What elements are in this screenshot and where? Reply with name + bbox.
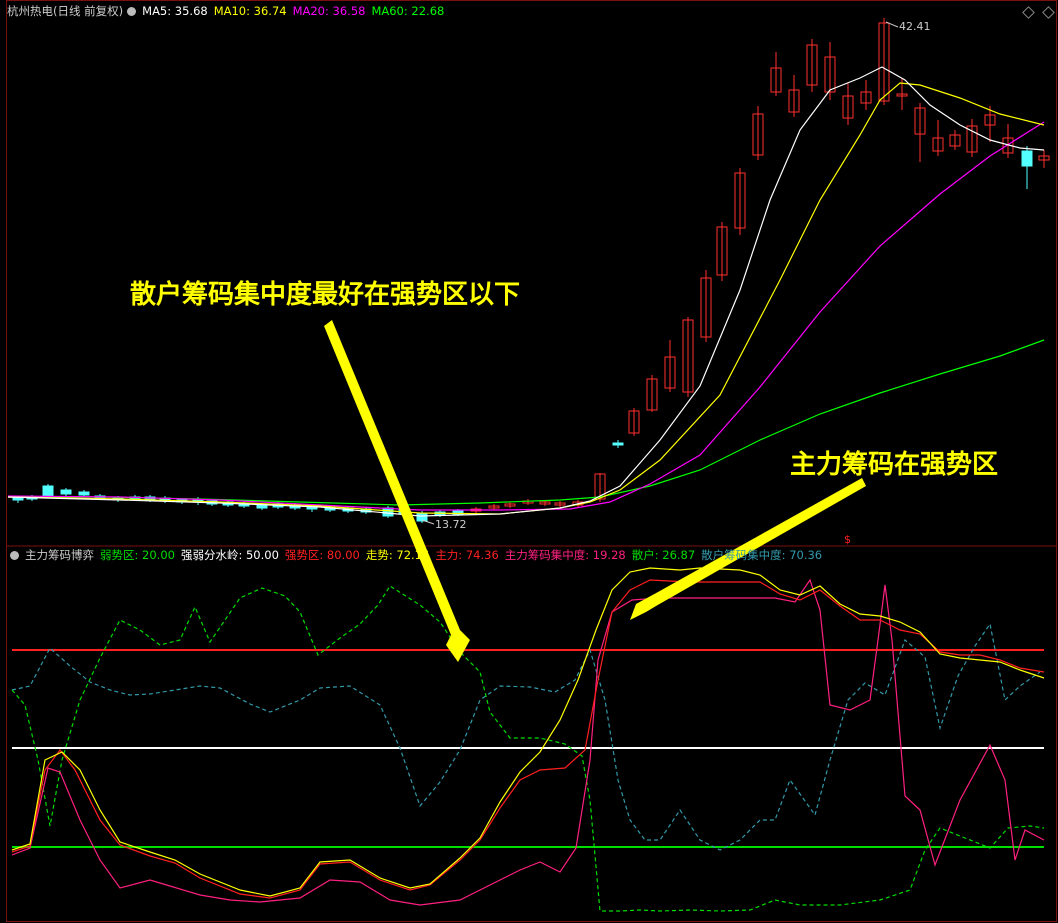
main-title: 杭州热电(日线 前复权): [7, 4, 124, 18]
indicator-settings-icon[interactable]: [10, 551, 19, 560]
ma-legend-item-1: MA10: 36.74: [213, 4, 287, 18]
indicator-legend-item-6: 散户: 26.87: [631, 548, 696, 562]
indicator-legend-item-2: 强势区: 80.00: [284, 548, 360, 562]
candle-body-22: [382, 507, 394, 517]
settings-icon[interactable]: [127, 7, 137, 16]
candle-body-0: [12, 497, 24, 501]
low-price-label: 13.72: [435, 518, 467, 531]
candle-body-35: [612, 442, 624, 446]
ma-legend-item-3: MA60: 22.68: [371, 4, 445, 18]
low-marker: [421, 519, 435, 525]
high-marker: [885, 21, 899, 28]
indicator-legend-item-0: 弱势区: 20.00: [100, 548, 175, 562]
candle-body-3: [60, 489, 72, 495]
signal-marker: $: [844, 533, 851, 546]
arrow-down: [324, 320, 470, 662]
candle-body-15: [256, 504, 268, 509]
annotation-main: 主力筹码在强势区: [790, 450, 999, 480]
candle-body-4: [78, 491, 90, 496]
indicator-title: 主力筹码博弈: [25, 548, 94, 562]
indicator-legend-item-7: 散户筹码集中度: 70.36: [701, 548, 823, 562]
main-legend: 杭州热电(日线 前复权) MA5: 35.68 MA10: 36.74 MA20: 3…: [0, 2, 456, 20]
candle-body-58: [1021, 150, 1033, 167]
high-price-label: 42.41: [899, 20, 931, 33]
indicator-legend-item-3: 走势: 72.16: [365, 548, 430, 562]
main-line: [11, 579, 1045, 899]
candle-body-24: [416, 512, 428, 522]
main-concentration-line: [11, 578, 1045, 906]
indicator-legend-item-4: 主力: 74.36: [435, 548, 499, 562]
ma-legend-item-0: MA5: 35.68: [142, 4, 208, 18]
indicator-lines: [11, 567, 1045, 912]
indicator-legend: 主力筹码博弈 弱势区: 20.00 强弱分水岭: 50.00 强势区: 80.00 走势…: [0, 546, 834, 564]
candle-body-2: [42, 485, 54, 497]
indicator-legend-item-1: 强弱分水岭: 50.00: [180, 548, 279, 562]
ma-legend-item-2: MA20: 36.58: [292, 4, 366, 18]
retail-concentration-line: [11, 622, 1041, 851]
annotation-retail: 散户筹码集中度最好在强势区以下: [130, 280, 521, 310]
indicator-legend-item-5: 主力筹码集中度: 19.28: [504, 548, 626, 562]
